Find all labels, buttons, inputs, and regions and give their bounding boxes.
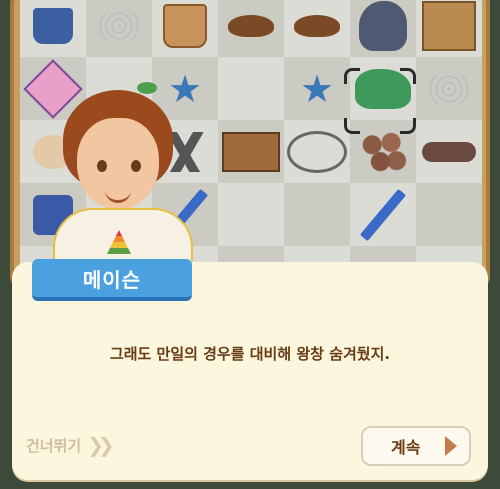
dialog-text: 그래도 만일의 경우를 대비해 왕창 숨겨뒀지. xyxy=(109,345,391,363)
board-cell[interactable] xyxy=(218,57,284,120)
board-cell[interactable] xyxy=(152,0,218,57)
board-cell[interactable] xyxy=(416,0,482,57)
coin-pile-item xyxy=(356,127,410,176)
board-cell[interactable] xyxy=(350,120,416,183)
continue-label: 계속 xyxy=(391,438,421,457)
board-cell[interactable] xyxy=(350,183,416,246)
leather-strap-item xyxy=(422,141,476,162)
shovel-dirt-item xyxy=(228,14,274,37)
board-cell[interactable] xyxy=(284,0,350,57)
speaker-name: 메이슨 xyxy=(82,267,142,292)
board-cell[interactable]: ★ xyxy=(284,57,350,120)
bicycle-frame-item xyxy=(287,130,347,173)
board-cell[interactable] xyxy=(284,183,350,246)
skip-button[interactable]: 건너뛰기 ❯❯ xyxy=(26,433,115,457)
speaker-name-tag: 메이슨 xyxy=(32,259,192,301)
board-cell[interactable] xyxy=(416,183,482,246)
school-desk-item xyxy=(222,131,280,172)
cardboard-box-item xyxy=(422,0,476,51)
board-cell[interactable] xyxy=(416,57,482,120)
character-portrait xyxy=(35,80,205,292)
character-eye xyxy=(131,160,141,172)
continue-button[interactable]: 계속 xyxy=(361,426,471,466)
board-cell[interactable] xyxy=(218,120,284,183)
board-cell[interactable] xyxy=(416,120,482,183)
double-chevron-right-icon: ❯❯ xyxy=(87,433,114,457)
character-eye xyxy=(97,160,107,172)
board-cell[interactable] xyxy=(284,120,350,183)
board-cell[interactable] xyxy=(350,57,416,120)
play-triangle-icon xyxy=(445,436,457,456)
blue-bucket-item xyxy=(33,7,73,44)
dirt-pile-item xyxy=(294,14,340,37)
blue-star-item: ★ xyxy=(299,66,335,111)
board-cell[interactable] xyxy=(20,0,86,57)
leaf-sprout xyxy=(137,82,157,94)
pencil-item xyxy=(359,188,407,241)
board-cell[interactable] xyxy=(218,0,284,57)
skip-label: 건너뛰기 xyxy=(26,436,82,455)
flower-pot-item xyxy=(163,3,207,48)
board-cell[interactable] xyxy=(350,0,416,57)
board-cell[interactable] xyxy=(86,0,152,57)
webbed-rock-item xyxy=(359,0,407,51)
green-cloth-item xyxy=(355,68,411,109)
cobweb-item xyxy=(427,71,471,106)
cobweb-item xyxy=(97,8,141,43)
board-cell[interactable] xyxy=(218,183,284,246)
